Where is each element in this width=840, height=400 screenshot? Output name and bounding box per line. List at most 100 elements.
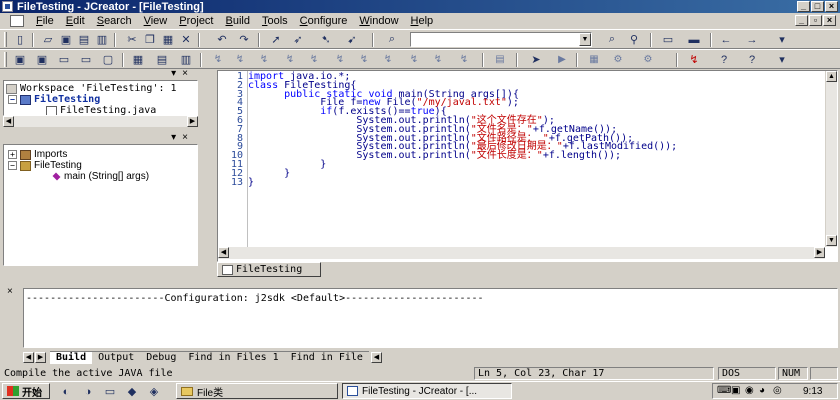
menu-build[interactable]: Build: [220, 15, 256, 27]
scroll-up-icon[interactable]: ▲: [826, 71, 837, 82]
code-line[interactable]: }: [248, 177, 254, 188]
editor-hscrollbar[interactable]: ◀ ▶: [218, 247, 825, 259]
find-binoculars-icon[interactable]: ⌕: [384, 32, 400, 47]
quicklaunch-ie-icon[interactable]: ◐: [58, 384, 74, 399]
tile-icon[interactable]: ▦: [130, 52, 146, 67]
document-icon[interactable]: [10, 15, 24, 27]
menu-tools[interactable]: Tools: [256, 15, 294, 27]
find-in-files-icon[interactable]: ⌕: [604, 32, 620, 47]
menu-edit[interactable]: Edit: [60, 15, 91, 27]
imports-node[interactable]: + Imports: [8, 149, 67, 160]
workspace-tree[interactable]: Workspace 'FileTesting': 1 − FileTesting…: [3, 80, 198, 116]
delete-icon[interactable]: ✕: [178, 32, 194, 47]
save-icon[interactable]: ▣: [58, 32, 74, 47]
workspace-panel-buttons[interactable]: ▾×: [171, 68, 194, 79]
expand-icon[interactable]: +: [8, 150, 17, 159]
scroll-right-icon[interactable]: ▶: [814, 247, 825, 258]
bookmark-toggle-icon[interactable]: ➚: [268, 32, 284, 47]
class-panel-buttons[interactable]: ▾×: [171, 132, 194, 143]
quicklaunch-outlook-icon[interactable]: ◑: [80, 384, 96, 399]
scroll-left-icon[interactable]: ◀: [3, 116, 14, 127]
fullscreen-icon[interactable]: ▢: [100, 52, 116, 67]
output-close-icon[interactable]: ×: [7, 286, 13, 297]
help-icon[interactable]: ?: [716, 52, 732, 67]
tray-app-icon[interactable]: ◎: [773, 385, 782, 396]
scroll-right-icon[interactable]: ▶: [187, 116, 198, 127]
quicklaunch-media-icon[interactable]: ◈: [146, 384, 162, 399]
redo-icon[interactable]: ↷: [236, 32, 252, 47]
code-editor[interactable]: 1 2 3 4 5 6 7 8 9 10 11 12 13 import java.io.*; class…: [217, 70, 838, 262]
project-node[interactable]: − FileTesting: [8, 94, 100, 105]
menu-help[interactable]: Help: [405, 15, 440, 27]
keyboard-icon[interactable]: ⌨: [717, 385, 731, 396]
workspace-hscrollbar[interactable]: ◀ ▶: [3, 116, 198, 127]
navigate-forward-icon[interactable]: →: [744, 32, 760, 47]
arrange-icon[interactable]: ▥: [178, 52, 194, 67]
menu-search[interactable]: Search: [91, 15, 138, 27]
class-node[interactable]: − FileTesting: [8, 160, 82, 171]
tab-find-in-files-2[interactable]: Find in File: [284, 350, 369, 364]
navigate-back-icon[interactable]: ←: [718, 32, 734, 47]
tab-scroll-left-icon[interactable]: ◀: [370, 351, 382, 363]
minimize-button[interactable]: _: [797, 1, 810, 12]
output-view-icon[interactable]: ▭: [56, 52, 72, 67]
close-button[interactable]: ×: [825, 1, 838, 12]
open-folder-icon[interactable]: ▱: [40, 32, 56, 47]
tab-view-icon[interactable]: ▭: [78, 52, 94, 67]
doc-restore-button[interactable]: ▫: [809, 15, 822, 26]
start-button[interactable]: 开始: [2, 383, 50, 399]
editor-vscrollbar[interactable]: ▲ ▼: [825, 71, 837, 247]
file-node[interactable]: FileTesting.java: [46, 105, 156, 115]
task-folder[interactable]: File类: [176, 383, 338, 399]
quicklaunch-app-icon[interactable]: ◆: [124, 384, 140, 399]
scroll-left-icon[interactable]: ◀: [218, 247, 229, 258]
method-node[interactable]: main (String[] args): [52, 171, 149, 182]
tab-output[interactable]: Output: [92, 350, 141, 364]
rebuild-icon[interactable]: ↯: [686, 52, 702, 67]
network-icon[interactable]: ▣: [731, 385, 740, 396]
paste-icon[interactable]: ▦: [160, 32, 176, 47]
doc-minimize-button[interactable]: _: [795, 15, 808, 26]
title-bar[interactable]: FileTesting - JCreator - [FileTesting] _…: [0, 0, 840, 13]
cut-icon[interactable]: ✂: [124, 32, 140, 47]
menu-window[interactable]: Window: [353, 15, 404, 27]
save-all-icon[interactable]: ▤: [76, 32, 92, 47]
workspace-root[interactable]: Workspace 'FileTesting': 1: [6, 83, 177, 94]
find-combo-dropdown-icon[interactable]: ▼: [579, 33, 591, 46]
goto-definition-icon[interactable]: ▬: [686, 32, 702, 47]
tab-filetesting[interactable]: FileTesting: [217, 262, 321, 277]
undo-icon[interactable]: ↶: [214, 32, 230, 47]
tab-scroll-next-icon[interactable]: ▶: [35, 351, 46, 363]
clock[interactable]: 9:13: [803, 386, 822, 397]
class-tree[interactable]: + Imports − FileTesting main (String[] a…: [3, 144, 198, 266]
bookmark-clear-icon[interactable]: ➹: [344, 32, 360, 47]
quicklaunch-desktop-icon[interactable]: ▭: [102, 384, 118, 399]
tab-debug[interactable]: Debug: [140, 350, 183, 364]
tab-scroll-first-icon[interactable]: ◀: [23, 351, 34, 363]
menu-project[interactable]: Project: [173, 15, 219, 27]
print-icon[interactable]: ▥: [94, 32, 110, 47]
copy-icon[interactable]: ❐: [142, 32, 158, 47]
tab-find-in-files-1[interactable]: Find in Files 1: [182, 350, 285, 364]
bookmark-prev-icon[interactable]: ➷: [318, 32, 334, 47]
task-jcreator[interactable]: FileTesting - JCreator - [...: [342, 383, 512, 399]
context-help-icon[interactable]: ?: [744, 52, 760, 67]
scroll-down-icon[interactable]: ▼: [826, 235, 837, 246]
cascade-icon[interactable]: ▤: [154, 52, 170, 67]
maximize-button[interactable]: □: [811, 1, 824, 12]
toolbar-overflow-icon[interactable]: ▾: [774, 32, 790, 47]
workspace-view-icon[interactable]: ▣: [12, 52, 28, 67]
antivirus-icon[interactable]: ◉: [745, 385, 754, 396]
menu-file[interactable]: File: [30, 15, 60, 27]
menu-view[interactable]: View: [138, 15, 174, 27]
collapse-icon[interactable]: −: [8, 95, 17, 104]
bookmark-next-icon[interactable]: ➶: [290, 32, 306, 47]
app-icon[interactable]: [2, 1, 13, 12]
data-view-icon[interactable]: ▣: [34, 52, 50, 67]
collapse-icon[interactable]: −: [8, 161, 17, 170]
toolbar2-overflow-icon[interactable]: ▾: [774, 52, 790, 67]
volume-icon[interactable]: ◕: [759, 385, 765, 396]
menu-configure[interactable]: Configure: [294, 15, 354, 27]
output-console[interactable]: -----------------------Configuration: j2…: [23, 288, 838, 348]
code-line[interactable]: }: [248, 168, 290, 179]
